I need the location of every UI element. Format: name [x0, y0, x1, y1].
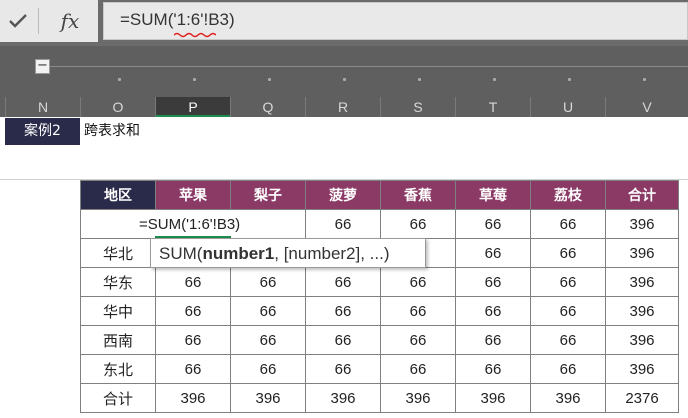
- function-tooltip: SUM(number1, [number2], ...): [150, 238, 426, 268]
- table-cell[interactable]: 66: [305, 325, 381, 355]
- table-cell[interactable]: 66: [380, 296, 456, 326]
- header-cell[interactable]: 草莓: [455, 180, 531, 210]
- table-cell[interactable]: 396: [530, 383, 606, 413]
- outline-dot: [118, 78, 121, 81]
- table-cell[interactable]: 合计: [80, 383, 156, 413]
- outline-dot: [493, 78, 496, 81]
- table-cell[interactable]: 396: [455, 383, 531, 413]
- table-row: 华中 66 66 66 66 66 66 396: [80, 296, 679, 326]
- check-icon: [9, 14, 27, 28]
- table-row: 东北 66 66 66 66 66 66 396: [80, 354, 679, 384]
- table-row: 西南 66 66 66 66 66 66 396: [80, 325, 679, 355]
- tooltip-prefix: SUM(: [159, 244, 203, 263]
- table-cell[interactable]: 66: [230, 354, 306, 384]
- column-header-n[interactable]: N: [5, 97, 80, 117]
- header-cell[interactable]: 梨子: [230, 180, 306, 210]
- column-headers: N O P Q R S T U V: [0, 97, 688, 117]
- table-cell[interactable]: 66: [530, 296, 606, 326]
- table-cell[interactable]: 西南: [80, 325, 156, 355]
- outline-dot: [343, 78, 346, 81]
- column-header-u[interactable]: U: [530, 97, 605, 117]
- formula-buttons: fx: [0, 0, 98, 42]
- table-cell[interactable]: 66: [380, 209, 456, 239]
- insert-function-button[interactable]: fx: [48, 0, 92, 42]
- outline-dot: [643, 78, 646, 81]
- header-cell[interactable]: 合计: [605, 180, 679, 210]
- column-header-o[interactable]: O: [80, 97, 155, 117]
- table-cell[interactable]: 396: [230, 383, 306, 413]
- table-cell[interactable]: 66: [305, 267, 381, 297]
- table-cell[interactable]: 396: [380, 383, 456, 413]
- table-cell[interactable]: 396: [605, 296, 679, 326]
- collapse-button[interactable]: −: [35, 59, 50, 74]
- outline-dot: [418, 78, 421, 81]
- header-cell[interactable]: 地区: [80, 180, 156, 210]
- table-row: 华东 66 66 66 66 66 66 396: [80, 267, 679, 297]
- outline-dot: [568, 78, 571, 81]
- header-cell[interactable]: 苹果: [155, 180, 231, 210]
- table-cell[interactable]: 396: [605, 325, 679, 355]
- table-cell[interactable]: 66: [155, 354, 231, 384]
- table-cell[interactable]: 66: [455, 354, 531, 384]
- column-header-r[interactable]: R: [305, 97, 380, 117]
- table-cell[interactable]: 66: [455, 296, 531, 326]
- table-row: 合计 396 396 396 396 396 396 2376: [80, 383, 679, 413]
- column-header-p[interactable]: P: [155, 97, 230, 117]
- case-label[interactable]: 案例2: [5, 118, 80, 145]
- table-cell[interactable]: 66: [230, 267, 306, 297]
- editing-cell[interactable]: =SUM('1:6'!B3): [80, 209, 306, 239]
- data-table: 地区 苹果 梨子 菠萝 香蕉 草莓 荔枝 合计 =SUM('1:6'!B3) 6…: [80, 180, 679, 413]
- table-cell[interactable]: 396: [605, 209, 679, 239]
- enter-button[interactable]: [0, 0, 36, 42]
- table-cell[interactable]: 66: [530, 267, 606, 297]
- table-cell[interactable]: 66: [230, 325, 306, 355]
- table-cell[interactable]: 396: [605, 267, 679, 297]
- table-cell[interactable]: 66: [380, 325, 456, 355]
- table-cell[interactable]: 66: [455, 209, 531, 239]
- table-cell[interactable]: 66: [530, 354, 606, 384]
- column-header-t[interactable]: T: [455, 97, 530, 117]
- column-header-q[interactable]: Q: [230, 97, 305, 117]
- table-cell[interactable]: 396: [605, 238, 679, 268]
- header-cell[interactable]: 香蕉: [380, 180, 456, 210]
- column-header-v[interactable]: V: [605, 97, 688, 117]
- header-cell[interactable]: 菠萝: [305, 180, 381, 210]
- column-header-s[interactable]: S: [380, 97, 455, 117]
- table-cell[interactable]: 66: [305, 209, 381, 239]
- table-header-row: 地区 苹果 梨子 菠萝 香蕉 草莓 荔枝 合计: [80, 180, 679, 210]
- table-cell[interactable]: 396: [605, 354, 679, 384]
- table-cell[interactable]: 66: [455, 325, 531, 355]
- table-cell[interactable]: 66: [155, 296, 231, 326]
- table-row: =SUM('1:6'!B3) 66 66 66 66 396: [80, 209, 679, 239]
- table-cell[interactable]: 66: [455, 238, 531, 268]
- divider: [38, 8, 39, 34]
- case-title[interactable]: 跨表求和: [84, 118, 140, 145]
- table-cell[interactable]: 华东: [80, 267, 156, 297]
- tooltip-current-arg[interactable]: number1: [202, 244, 274, 263]
- table-cell[interactable]: 66: [530, 209, 606, 239]
- table-cell[interactable]: 华中: [80, 296, 156, 326]
- table-cell[interactable]: 66: [155, 325, 231, 355]
- table-cell[interactable]: 华北: [80, 238, 156, 268]
- formula-bar: fx =SUM('1:6'!B3): [0, 0, 688, 46]
- table-cell[interactable]: 东北: [80, 354, 156, 384]
- table-cell[interactable]: 66: [530, 238, 606, 268]
- table-cell[interactable]: 66: [305, 354, 381, 384]
- outline-dot: [193, 78, 196, 81]
- table-cell[interactable]: 66: [455, 267, 531, 297]
- table-cell[interactable]: 66: [155, 267, 231, 297]
- table-cell[interactable]: 396: [305, 383, 381, 413]
- table-cell[interactable]: 66: [530, 325, 606, 355]
- table-cell[interactable]: 66: [380, 354, 456, 384]
- tooltip-suffix: , [number2], ...): [274, 244, 390, 263]
- error-squiggle: [174, 32, 216, 38]
- header-cell[interactable]: 荔枝: [530, 180, 606, 210]
- outline-dot: [268, 78, 271, 81]
- table-cell[interactable]: 66: [380, 267, 456, 297]
- table-cell[interactable]: 396: [155, 383, 231, 413]
- table-cell[interactable]: 66: [305, 296, 381, 326]
- table-cell[interactable]: 66: [230, 296, 306, 326]
- outline-line: [50, 66, 688, 67]
- table-cell[interactable]: 2376: [605, 383, 679, 413]
